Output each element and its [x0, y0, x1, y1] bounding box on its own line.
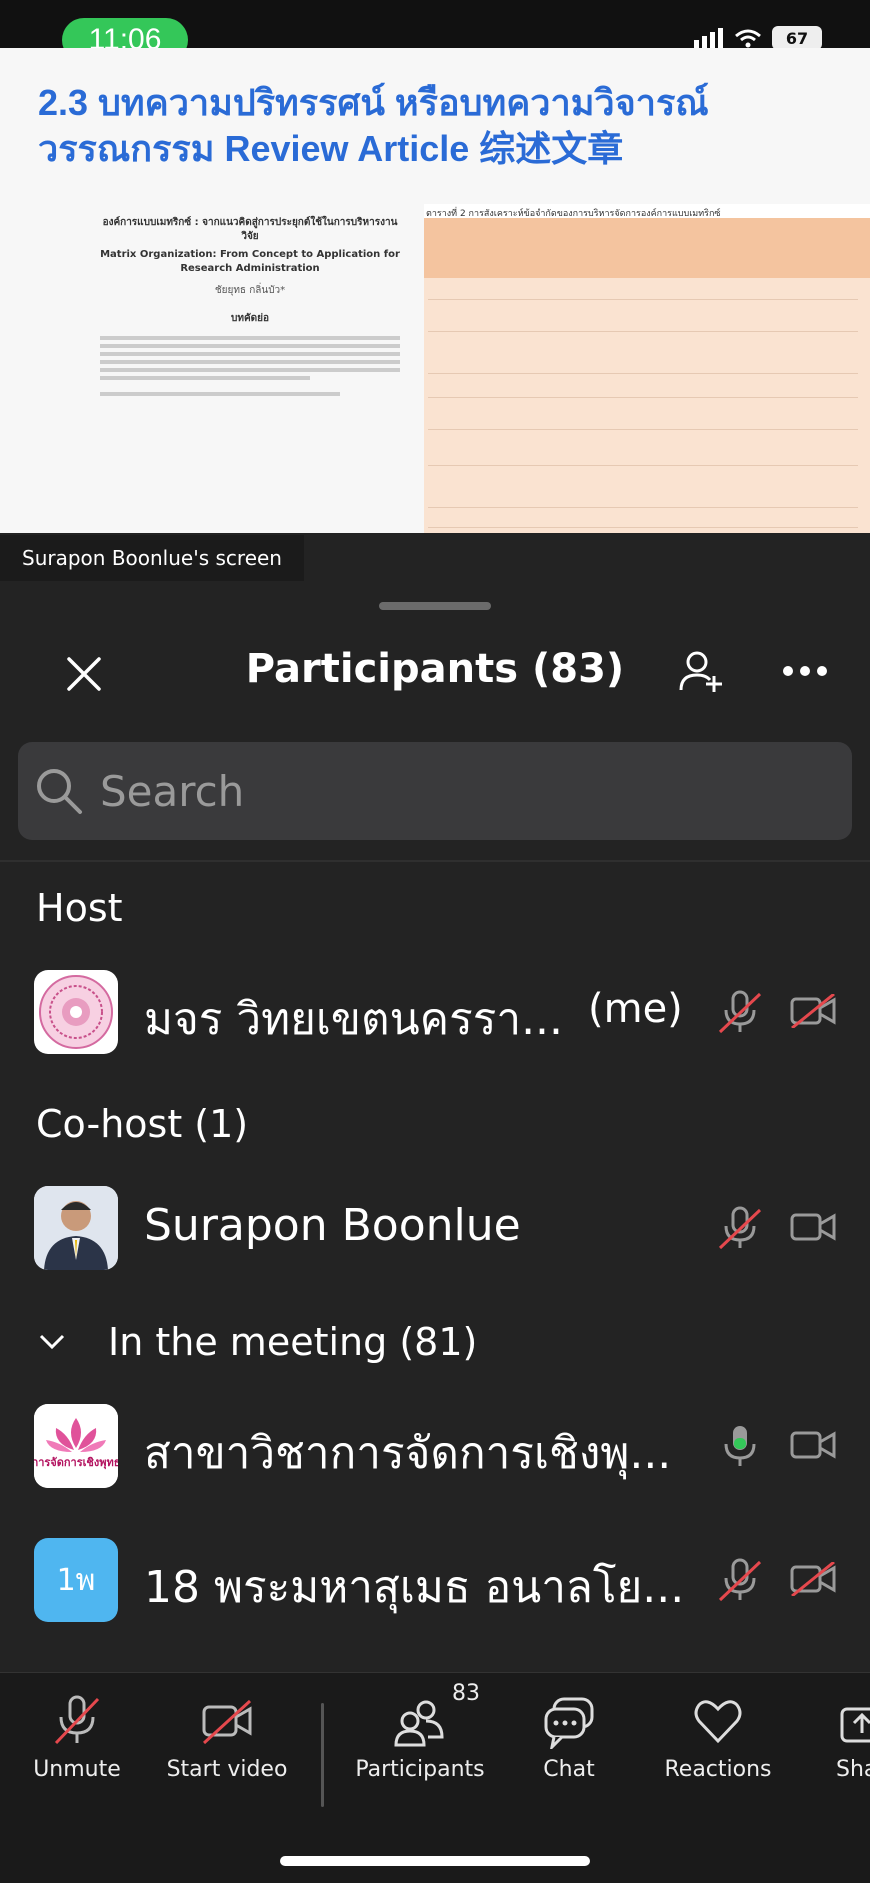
chat-label: Chat [543, 1757, 595, 1782]
participant-row[interactable]: การจัดการเชิงพุทธ สาขาวิชาการจัดการเชิงพ… [0, 1390, 870, 1500]
video-off-icon[interactable] [790, 992, 836, 1032]
meeting-toolbar: Unmute Start video 83 Participants Chat … [0, 1672, 870, 1883]
paper-author: ชัยยุทธ กลิ่นบัว* [214, 285, 286, 296]
table-body [424, 278, 870, 533]
paper-title-th: องค์การแบบเมทริกซ์ : จากแนวคิดสู่การประย… [102, 217, 398, 242]
mic-muted-icon[interactable] [716, 1204, 764, 1256]
participant-row-host[interactable]: มจร วิทยเขตนครรา... (me) [0, 956, 870, 1066]
reactions-button[interactable]: Reactions [643, 1693, 793, 1782]
host-section-heading: Host [36, 886, 123, 930]
paper-table: ตารางที่ 2 การสังเคราะห์ข้อจำกัดของการบร… [424, 204, 870, 533]
video-off-icon [202, 1699, 252, 1745]
search-input[interactable] [100, 766, 800, 816]
heart-icon [694, 1700, 742, 1744]
unmute-button[interactable]: Unmute [2, 1693, 152, 1782]
status-icons: 67 [694, 26, 822, 50]
mic-muted-icon[interactable] [716, 1556, 764, 1608]
paper-abstract-heading: บทคัดย่อ [231, 313, 269, 324]
in-meeting-label: In the meeting (81) [108, 1320, 478, 1364]
reactions-label: Reactions [664, 1757, 772, 1782]
search-bar[interactable] [18, 742, 852, 840]
svg-text:การจัดการเชิงพุทธ: การจัดการเชิงพุทธ [34, 1456, 118, 1470]
invite-icon[interactable] [676, 646, 726, 696]
search-icon [37, 769, 82, 814]
participant-name: สาขาวิชาการจัดการเชิงพุ... [144, 1428, 672, 1479]
mic-muted-icon [54, 1695, 100, 1745]
paper-abstract-lines [100, 336, 400, 396]
paper-title-en: Matrix Organization: From Concept to App… [100, 249, 400, 274]
participants-icon [394, 1700, 444, 1747]
participants-count-badge: 83 [452, 1681, 480, 1706]
more-icon[interactable] [780, 656, 830, 686]
shared-screen: 2.3 บทความปริทรรศน์ หรือบทความวิจารณ์ วร… [0, 48, 870, 533]
participants-label: Participants [355, 1757, 485, 1782]
participant-row-cohost[interactable]: Surapon Boonlue [0, 1172, 870, 1282]
mic-icon[interactable] [716, 1422, 764, 1474]
unmute-label: Unmute [33, 1757, 121, 1782]
avatar: 1พ [34, 1538, 118, 1622]
chat-button[interactable]: Chat [494, 1693, 644, 1782]
cohost-section-heading: Co-host (1) [36, 1102, 249, 1146]
sheet-grabber[interactable] [379, 602, 491, 610]
mic-muted-icon[interactable] [716, 988, 764, 1040]
paper-page: องค์การแบบเมทริกซ์ : จากแนวคิดสู่การประย… [100, 216, 400, 400]
participant-name: Surapon Boonlue [144, 1200, 521, 1251]
in-meeting-section-heading[interactable]: In the meeting (81) [38, 1320, 477, 1364]
toolbar-separator [321, 1703, 324, 1807]
signal-icon [694, 28, 723, 48]
video-icon[interactable] [790, 1210, 836, 1248]
presenter-label: Surapon Boonlue's screen [0, 535, 304, 581]
participants-button[interactable]: 83 Participants [345, 1681, 495, 1782]
start-video-label: Start video [166, 1757, 288, 1782]
start-video-button[interactable]: Start video [152, 1693, 302, 1782]
slide-title-line2: วรรณกรรม Review Article 综述文章 [38, 128, 624, 169]
wifi-icon [735, 29, 761, 48]
avatar: การจัดการเชิงพุทธ [34, 1404, 118, 1488]
share-button[interactable]: Sha [792, 1693, 870, 1782]
participant-row[interactable]: 1พ 18 พระมหาสุเมธ อนาลโย... [0, 1524, 870, 1634]
share-label: Sha [836, 1757, 870, 1782]
participant-name: มจร วิทยเขตนครรา... [144, 994, 564, 1045]
battery-icon: 67 [772, 26, 822, 50]
video-icon[interactable] [790, 1428, 836, 1466]
avatar [34, 1186, 118, 1270]
home-indicator [280, 1856, 590, 1866]
chat-icon [544, 1697, 594, 1752]
panel-title: Participants (83) [245, 646, 625, 692]
avatar [34, 970, 118, 1054]
chevron-down-icon [39, 1334, 65, 1350]
me-label: (me) [588, 986, 683, 1032]
video-off-icon[interactable] [790, 1560, 836, 1600]
slide-title-line1: 2.3 บทความปริทรรศน์ หรือบทความวิจารณ์ [38, 82, 709, 123]
participant-name: 18 พระมหาสุเมธ อนาลโย... [144, 1562, 685, 1613]
status-bar: 11:06 67 [0, 0, 870, 62]
table-header [424, 218, 870, 278]
share-icon [840, 1707, 870, 1743]
slide-title: 2.3 บทความปริทรรศน์ หรือบทความวิจารณ์ วร… [38, 80, 709, 172]
divider [0, 860, 870, 862]
